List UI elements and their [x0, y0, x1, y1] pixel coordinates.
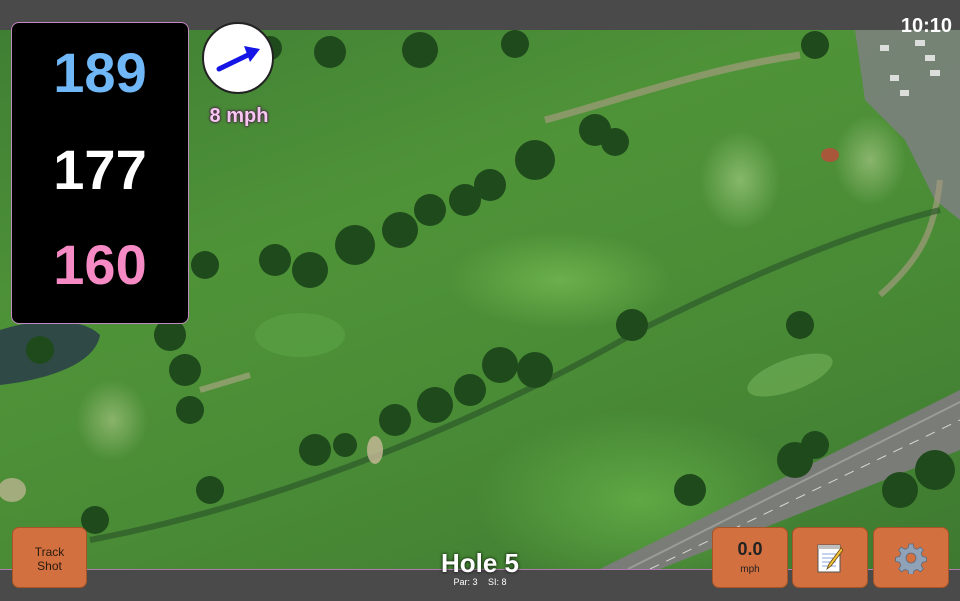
hole-title: Hole 5	[440, 548, 520, 578]
distance-panel: 189 177 160	[11, 22, 189, 324]
clock: 10:10	[900, 15, 952, 37]
speed-button[interactable]: 0.0 mph	[712, 527, 788, 588]
distance-back: 189	[53, 41, 147, 104]
notes-button[interactable]	[792, 527, 868, 588]
hole-stroke-index: SI: 8	[488, 577, 507, 587]
distance-middle: 177	[53, 138, 147, 201]
notepad-icon	[817, 544, 844, 572]
distance-front: 160	[53, 233, 147, 296]
speed-unit: mph	[740, 564, 760, 575]
hole-info: Par: 3 SI: 8	[400, 577, 560, 588]
track-shot-label-line1: Track	[34, 545, 65, 559]
wind-indicator[interactable]	[202, 22, 274, 94]
hole-par: Par: 3	[453, 577, 478, 587]
speed-value: 0.0	[737, 539, 763, 559]
settings-button[interactable]	[873, 527, 949, 588]
track-shot-label-line2: Shot	[37, 559, 62, 573]
track-shot-button[interactable]: Track Shot	[12, 527, 87, 588]
arrow-right-icon	[216, 46, 260, 72]
gear-icon	[895, 543, 927, 574]
wind-speed: 8 mph	[209, 105, 269, 127]
